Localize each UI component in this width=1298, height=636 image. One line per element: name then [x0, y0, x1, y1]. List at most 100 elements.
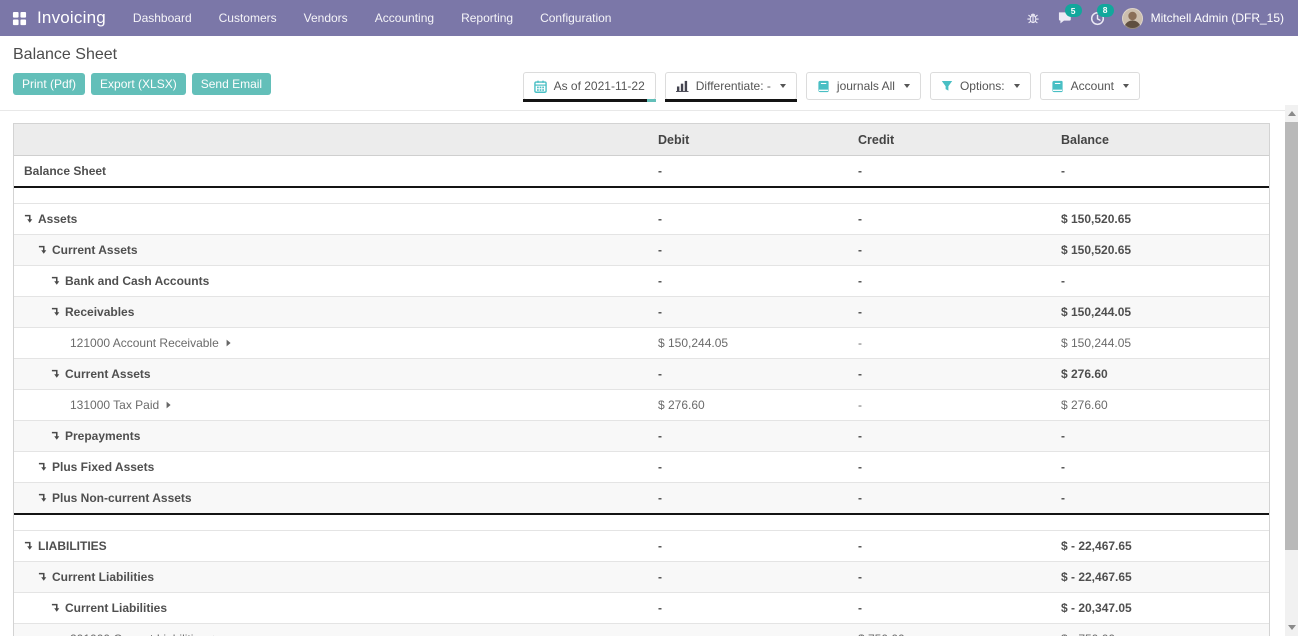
unfold-icon[interactable] [51, 307, 60, 317]
debit-value: - [658, 212, 662, 226]
balance-value: $ - 22,467.65 [1061, 570, 1132, 584]
report-row[interactable]: Current Assets--$ 276.60 [14, 358, 1269, 389]
report-row[interactable]: Prepayments--- [14, 420, 1269, 451]
unfold-icon[interactable] [38, 245, 47, 255]
balance-value: $ 150,244.05 [1061, 305, 1131, 319]
filter-button-bar-chart-1[interactable]: Differentiate: - [665, 72, 797, 100]
credit-cell: - [858, 398, 1061, 412]
menu-item-customers[interactable]: Customers [219, 11, 277, 25]
row-label: Current Liabilities [65, 601, 167, 615]
action-button-print-pdf[interactable]: Print (Pdf) [13, 73, 85, 95]
credit-value: - [858, 491, 862, 505]
debit-cell: - [658, 243, 858, 257]
report-row[interactable]: Receivables--$ 150,244.05 [14, 296, 1269, 327]
balance-column-header: Balance [1061, 133, 1269, 147]
balance-value: $ - 22,467.65 [1061, 539, 1132, 553]
scroll-up-arrow-icon[interactable] [1288, 111, 1296, 116]
row-name-cell: Current Assets [14, 367, 658, 381]
balance-sheet-table: Debit Credit Balance Balance Sheet---Ass… [13, 123, 1270, 636]
row-label: 201000 Current Liabilities [70, 632, 206, 636]
balance-value: $ 276.60 [1061, 367, 1108, 381]
row-label: Balance Sheet [24, 164, 106, 178]
row-label: Plus Non-current Assets [52, 491, 192, 505]
filter-button-book-2[interactable]: journals All [806, 72, 921, 100]
caret-right-icon [226, 339, 231, 347]
book-icon [1051, 80, 1064, 93]
menu-item-accounting[interactable]: Accounting [375, 11, 434, 25]
app-brand[interactable]: Invoicing [37, 8, 106, 28]
action-button-export-xlsx[interactable]: Export (XLSX) [91, 73, 186, 95]
balance-value: $ - 20,347.05 [1061, 601, 1132, 615]
unfold-icon[interactable] [51, 369, 60, 379]
unfold-icon[interactable] [51, 276, 60, 286]
balance-value: $ 150,244.05 [1061, 336, 1131, 350]
unfold-icon[interactable] [38, 462, 47, 472]
action-button-send-email[interactable]: Send Email [192, 73, 271, 95]
bug-icon[interactable] [1026, 11, 1040, 25]
report-row[interactable]: Bank and Cash Accounts--- [14, 265, 1269, 296]
user-name: Mitchell Admin (DFR_15) [1151, 11, 1284, 25]
unfold-icon[interactable] [38, 572, 47, 582]
balance-cell: $ - 20,347.05 [1061, 601, 1269, 615]
balance-cell: - [1061, 491, 1269, 505]
credit-cell: - [858, 305, 1061, 319]
row-label: Assets [38, 212, 77, 226]
menu-item-configuration[interactable]: Configuration [540, 11, 611, 25]
row-name-cell: Current Liabilities [14, 601, 658, 615]
balance-value: $ 276.60 [1061, 398, 1108, 412]
credit-value: - [858, 164, 862, 178]
menu-item-reporting[interactable]: Reporting [461, 11, 513, 25]
menu-item-dashboard[interactable]: Dashboard [133, 11, 192, 25]
balance-cell: $ - 22,467.65 [1061, 570, 1269, 584]
credit-cell: - [858, 336, 1061, 350]
credit-value: - [858, 243, 862, 257]
messages-icon[interactable]: 5 [1057, 11, 1073, 25]
unfold-icon[interactable] [24, 214, 33, 224]
scroll-down-arrow-icon[interactable] [1288, 625, 1296, 630]
debit-cell: - [658, 164, 858, 178]
balance-value: $ - 750.00 [1061, 632, 1115, 636]
filter-button-filter-3[interactable]: Options: [930, 72, 1031, 100]
underline-accent [647, 99, 656, 102]
scrollbar-thumb[interactable] [1285, 122, 1298, 550]
activities-clock-icon[interactable]: 8 [1090, 11, 1105, 26]
credit-cell: - [858, 570, 1061, 584]
unfold-icon[interactable] [24, 541, 33, 551]
report-row[interactable]: 201000 Current Liabilities-$ 750.00$ - 7… [14, 623, 1269, 636]
report-row[interactable]: Plus Non-current Assets - - - [14, 482, 1269, 513]
row-label: 131000 Tax Paid [70, 398, 159, 412]
vertical-scrollbar[interactable] [1285, 105, 1298, 636]
report-row[interactable]: 121000 Account Receivable$ 150,244.05-$ … [14, 327, 1269, 358]
credit-cell: - [858, 491, 1061, 505]
row-label: LIABILITIES [38, 539, 107, 553]
filter-button-book-4[interactable]: Account [1040, 72, 1140, 100]
table-header-row: Debit Credit Balance [14, 124, 1269, 156]
report-row[interactable]: 131000 Tax Paid $ 276.60-$ 276.60 [14, 389, 1269, 420]
report-row[interactable]: Current Liabilities--$ - 20,347.05 [14, 592, 1269, 623]
page-title: Balance Sheet [13, 46, 117, 64]
debit-value: - [658, 539, 662, 553]
filter-button-calendar-0[interactable]: As of 2021-11-22 [523, 72, 656, 100]
report-row[interactable]: Current Liabilities--$ - 22,467.65 [14, 561, 1269, 592]
row-name-cell: 201000 Current Liabilities [14, 632, 658, 636]
unfold-icon[interactable] [51, 603, 60, 613]
debit-cell: - [658, 539, 858, 553]
report-row[interactable]: Assets--$ 150,520.65 [14, 203, 1269, 234]
chevron-down-icon [1123, 84, 1129, 88]
report-row[interactable]: Plus Fixed Assets--- [14, 451, 1269, 482]
report-row[interactable]: LIABILITIES--$ - 22,467.65 [14, 530, 1269, 561]
unfold-icon[interactable] [51, 431, 60, 441]
debit-value: - [658, 305, 662, 319]
unfold-icon[interactable] [38, 493, 47, 503]
credit-value: - [858, 305, 862, 319]
report-row[interactable]: Current Assets--$ 150,520.65 [14, 234, 1269, 265]
debit-value: - [658, 491, 662, 505]
debit-value: - [658, 460, 662, 474]
apps-grid-icon[interactable] [12, 11, 27, 26]
user-menu[interactable]: Mitchell Admin (DFR_15) [1122, 8, 1284, 29]
debit-cell: - [658, 367, 858, 381]
debit-cell: $ 276.60 [658, 398, 858, 412]
book-icon [817, 80, 830, 93]
menu-item-vendors[interactable]: Vendors [304, 11, 348, 25]
debit-cell: - [658, 212, 858, 226]
